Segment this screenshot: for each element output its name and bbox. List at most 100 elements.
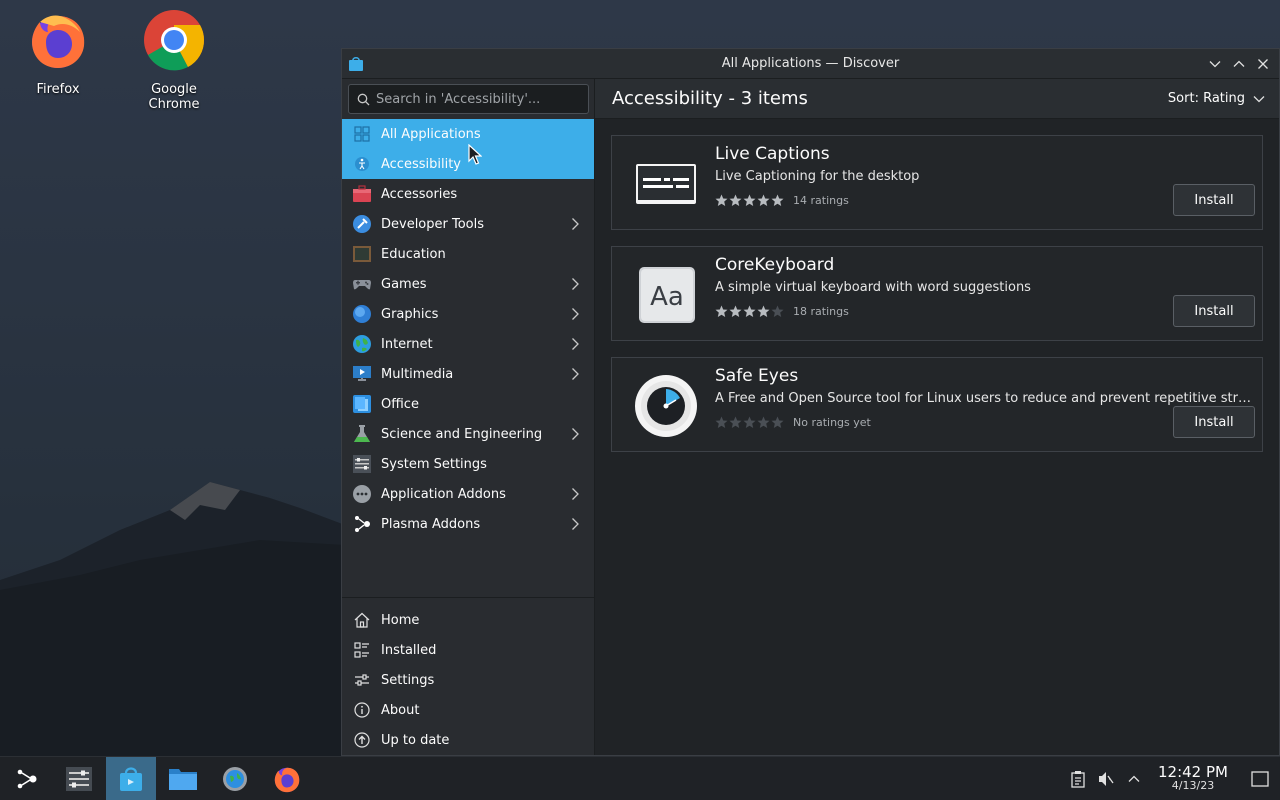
office-icon <box>353 395 371 413</box>
sidebar-item-multimedia[interactable]: Multimedia <box>342 359 594 389</box>
install-button[interactable]: Install <box>1173 295 1255 327</box>
taskbar-settings-panel[interactable] <box>54 757 104 800</box>
chevron-right-icon <box>572 278 579 290</box>
app-card-safe-eyes[interactable]: Safe Eyes A Free and Open Source tool fo… <box>611 357 1263 452</box>
rating-count: 14 ratings <box>793 194 849 207</box>
sidebar-item-office[interactable]: Office <box>342 389 594 419</box>
sidebar-item-label: Multimedia <box>381 366 454 382</box>
app-rating: 18 ratings <box>715 305 849 318</box>
application-launcher[interactable] <box>2 757 52 800</box>
content-header: Accessibility - 3 items Sort: Rating <box>595 79 1279 119</box>
folder-icon <box>169 768 197 790</box>
sidebar-item-education[interactable]: Education <box>342 239 594 269</box>
chevron-right-icon <box>572 338 579 350</box>
sidebar-item-games[interactable]: Games <box>342 269 594 299</box>
sidebar-item-plasma-addons[interactable]: Plasma Addons <box>342 509 594 539</box>
star-empty-icon <box>715 416 728 428</box>
nav-label: Up to date <box>381 732 450 748</box>
sort-dropdown[interactable]: Sort: Rating <box>1168 91 1265 106</box>
globe-icon <box>353 335 371 353</box>
mountain-silhouette <box>0 482 345 760</box>
sidebar-item-label: Accessories <box>381 186 458 202</box>
app-description: Live Captioning for the desktop <box>715 169 920 184</box>
app-name: Safe Eyes <box>715 366 799 386</box>
taskbar-firefox[interactable] <box>262 757 312 800</box>
nav-about[interactable]: About <box>342 695 594 725</box>
home-icon <box>354 612 370 628</box>
chevron-down-icon <box>1253 95 1265 102</box>
nav-settings[interactable]: Settings <box>342 665 594 695</box>
safe-eyes-icon <box>635 375 697 437</box>
sidebar-item-accessories[interactable]: Accessories <box>342 179 594 209</box>
star-filled-icon <box>743 305 756 317</box>
minimize-button[interactable] <box>1205 54 1225 74</box>
upload-icon <box>354 732 370 748</box>
app-name: CoreKeyboard <box>715 255 835 275</box>
nav-installed[interactable]: Installed <box>342 635 594 665</box>
tray-expand[interactable] <box>1120 772 1148 786</box>
sidebar-item-label: Plasma Addons <box>381 516 481 532</box>
addons-icon <box>353 485 371 503</box>
sidebar-item-science-and-engineering[interactable]: Science and Engineering <box>342 419 594 449</box>
tray-clipboard[interactable] <box>1064 770 1092 788</box>
install-button[interactable]: Install <box>1173 406 1255 438</box>
sidebar-item-internet[interactable]: Internet <box>342 329 594 359</box>
star-empty-icon <box>757 416 770 428</box>
sidebar-item-label: Graphics <box>381 306 439 322</box>
multimedia-icon <box>353 366 371 381</box>
show-desktop-icon <box>1251 771 1269 787</box>
desktop-icon-firefox[interactable]: Firefox <box>8 8 108 97</box>
star-empty-icon <box>771 305 784 317</box>
gear-icon <box>223 766 247 791</box>
maximize-button[interactable] <box>1229 54 1249 74</box>
show-desktop-button[interactable] <box>1240 771 1280 787</box>
nav-label: Home <box>381 612 420 628</box>
taskbar-file-manager[interactable] <box>158 757 208 800</box>
desktop-icon-chrome[interactable]: Google Chrome <box>124 8 224 112</box>
star-empty-icon <box>743 416 756 428</box>
app-card-corekeyboard[interactable]: Aa CoreKeyboard A simple virtual keyboar… <box>611 246 1263 341</box>
sidebar-item-label: Games <box>381 276 427 292</box>
installed-icon <box>354 642 369 658</box>
sidebar-item-label: Internet <box>381 336 433 352</box>
settings-panel-icon <box>66 766 92 791</box>
keyboard-aa-icon: Aa <box>639 267 695 323</box>
sidebar-item-label: All Applications <box>381 126 481 142</box>
sidebar-item-application-addons[interactable]: Application Addons <box>342 479 594 509</box>
sidebar-item-graphics[interactable]: Graphics <box>342 299 594 329</box>
rating-count: 18 ratings <box>793 305 849 318</box>
sidebar-item-label: Accessibility <box>381 156 461 172</box>
sidebar-item-system-settings[interactable]: System Settings <box>342 449 594 479</box>
install-button[interactable]: Install <box>1173 184 1255 216</box>
window-title: All Applications — Discover <box>721 56 900 71</box>
digital-clock[interactable]: 12:42 PM 4/13/23 <box>1154 765 1232 793</box>
app-description: A Free and Open Source tool for Linux us… <box>715 391 1255 406</box>
mouse-cursor-icon <box>468 144 482 165</box>
taskbar-system-settings[interactable] <box>210 757 260 800</box>
grid-icon <box>354 126 370 142</box>
discover-icon <box>120 766 142 791</box>
taskbar-discover[interactable] <box>106 756 156 800</box>
clock-time: 12:42 PM <box>1158 763 1228 781</box>
tray-volume[interactable] <box>1092 770 1120 788</box>
gamepad-icon <box>353 280 371 290</box>
nav-home[interactable]: Home <box>342 605 594 635</box>
nav-up-to-date[interactable]: Up to date <box>342 725 594 755</box>
category-list: All Applications Accessibility Accessori… <box>342 119 594 539</box>
window-titlebar[interactable]: All Applications — Discover <box>342 49 1279 79</box>
nav-label: Settings <box>381 672 435 688</box>
search-box[interactable] <box>348 84 589 114</box>
sidebar-item-developer-tools[interactable]: Developer Tools <box>342 209 594 239</box>
chalkboard-icon <box>353 246 371 262</box>
app-card-live-captions[interactable]: Live Captions Live Captioning for the de… <box>611 135 1263 230</box>
star-filled-icon <box>729 194 742 206</box>
close-button[interactable] <box>1253 54 1273 74</box>
volume-muted-icon <box>1099 772 1114 786</box>
discover-icon <box>349 57 363 71</box>
chevron-up-icon <box>1233 60 1245 67</box>
search-input[interactable] <box>376 91 576 107</box>
app-rating: 14 ratings <box>715 194 849 207</box>
app-rating: No ratings yet <box>715 416 871 429</box>
sliders-icon <box>355 674 369 686</box>
app-name: Live Captions <box>715 144 830 164</box>
